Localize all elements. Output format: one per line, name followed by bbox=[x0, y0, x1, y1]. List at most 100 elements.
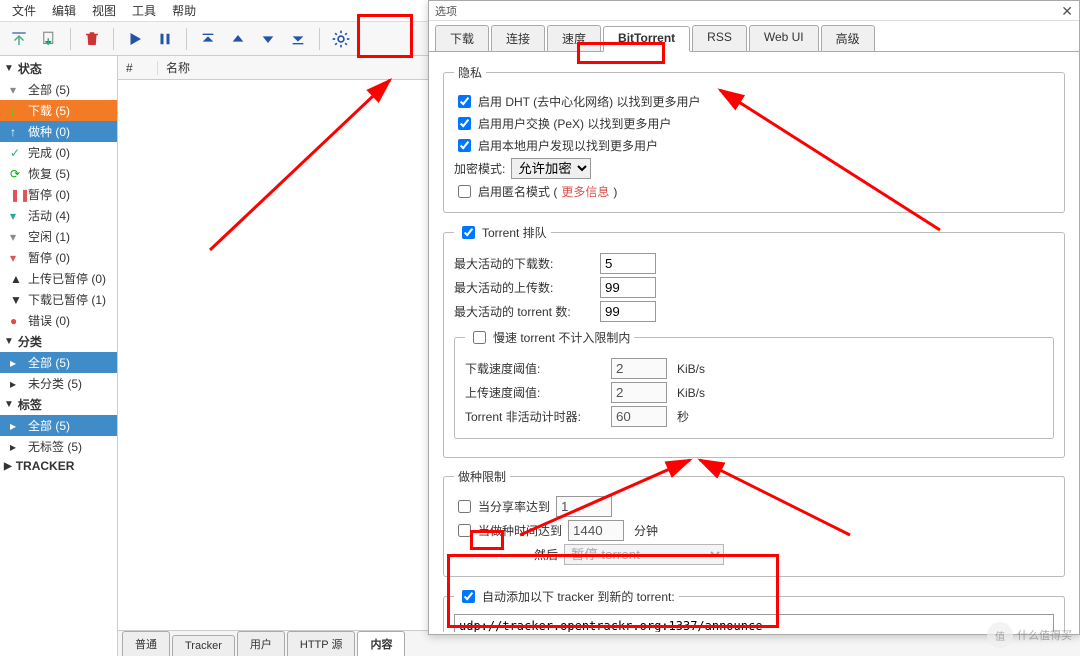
trackers-enable-checkbox[interactable] bbox=[462, 590, 475, 603]
sidebar-tag-all[interactable]: ▸全部 (5) bbox=[0, 415, 117, 436]
time-input[interactable] bbox=[568, 520, 624, 541]
upload-icon: ↑ bbox=[10, 125, 24, 139]
caret-down-icon: ▼ bbox=[4, 399, 14, 410]
col-number[interactable]: # bbox=[118, 61, 158, 75]
queue-fieldset: Torrent 排队 最大活动的下载数: 最大活动的上传数: 最大活动的 tor… bbox=[443, 223, 1065, 458]
sidebar-status-header[interactable]: ▼状态 bbox=[0, 58, 117, 79]
sidebar-item-idle[interactable]: ▾空闲 (1) bbox=[0, 226, 117, 247]
tab-content[interactable]: 内容 bbox=[357, 631, 405, 656]
menu-edit[interactable]: 编辑 bbox=[44, 0, 84, 21]
sidebar-item-all[interactable]: ▾全部 (5) bbox=[0, 79, 117, 100]
sidebar-item-active[interactable]: ▾活动 (4) bbox=[0, 205, 117, 226]
sidebar-cat-all[interactable]: ▸全部 (5) bbox=[0, 352, 117, 373]
privacy-fieldset: 隐私 启用 DHT (去中心化网络) 以找到更多用户 启用用户交换 (PeX) … bbox=[443, 64, 1065, 213]
tab-bittorrent[interactable]: BitTorrent bbox=[603, 26, 690, 52]
menu-tools[interactable]: 工具 bbox=[124, 0, 164, 21]
menu-help[interactable]: 帮助 bbox=[164, 0, 204, 21]
anon-label: 启用匿名模式 ( bbox=[478, 183, 557, 200]
menu-view[interactable]: 视图 bbox=[84, 0, 124, 21]
move-down-button[interactable] bbox=[255, 26, 281, 52]
tab-general[interactable]: 普通 bbox=[122, 631, 170, 656]
resume-icon: ⟳ bbox=[10, 167, 24, 181]
start-button[interactable] bbox=[122, 26, 148, 52]
anon-after: ) bbox=[613, 185, 617, 199]
move-bottom-button[interactable] bbox=[285, 26, 311, 52]
anon-checkbox[interactable] bbox=[458, 185, 471, 198]
tab-downloads[interactable]: 下载 bbox=[435, 25, 489, 51]
dialog-body: 隐私 启用 DHT (去中心化网络) 以找到更多用户 启用用户交换 (PeX) … bbox=[429, 52, 1079, 632]
caret-right-icon: ▶ bbox=[4, 461, 12, 472]
queue-legend: Torrent 排队 bbox=[454, 223, 551, 242]
filter-icon: ▾ bbox=[10, 251, 24, 265]
pause-icon: ❚❚ bbox=[10, 188, 24, 202]
max-up-label: 最大活动的上传数: bbox=[454, 279, 594, 296]
time-label: 当做种时间达到 bbox=[478, 522, 562, 539]
tab-speed[interactable]: 速度 bbox=[547, 25, 601, 51]
close-icon[interactable]: ✕ bbox=[1061, 3, 1073, 20]
sidebar: ▼状态 ▾全部 (5) ↓下载 (5) ↑做种 (0) ✓完成 (0) ⟳恢复 … bbox=[0, 56, 118, 656]
add-link-button[interactable] bbox=[36, 26, 62, 52]
anon-more-link[interactable]: 更多信息 bbox=[561, 183, 609, 200]
max-dl-input[interactable] bbox=[600, 253, 656, 274]
ratio-checkbox[interactable] bbox=[458, 500, 471, 513]
sidebar-item-paused2[interactable]: ▾暂停 (0) bbox=[0, 247, 117, 268]
timer-input[interactable] bbox=[611, 406, 667, 427]
tab-http[interactable]: HTTP 源 bbox=[287, 631, 356, 656]
pause-button[interactable] bbox=[152, 26, 178, 52]
sec-unit: 秒 bbox=[677, 408, 689, 425]
move-top-button[interactable] bbox=[195, 26, 221, 52]
slow-enable-checkbox[interactable] bbox=[473, 331, 486, 344]
sidebar-item-resumed[interactable]: ⟳恢复 (5) bbox=[0, 163, 117, 184]
col-name[interactable]: 名称 bbox=[158, 59, 190, 76]
delete-button[interactable] bbox=[79, 26, 105, 52]
queue-enable-checkbox[interactable] bbox=[462, 226, 475, 239]
check-icon: ✓ bbox=[10, 146, 24, 160]
dialog-title: 选项 bbox=[429, 1, 1079, 21]
slow-fieldset: 慢速 torrent 不计入限制内 下载速度阈值:KiB/s 上传速度阈值:Ki… bbox=[454, 328, 1054, 439]
kibs-unit: KiB/s bbox=[677, 362, 705, 376]
menu-file[interactable]: 文件 bbox=[4, 0, 44, 21]
tab-connection[interactable]: 连接 bbox=[491, 25, 545, 51]
tab-tracker[interactable]: Tracker bbox=[172, 635, 235, 656]
trackers-textarea[interactable]: udp://tracker.opentrackr.org:1337/announ… bbox=[454, 614, 1054, 632]
tab-rss[interactable]: RSS bbox=[692, 25, 747, 51]
ratio-input[interactable] bbox=[556, 496, 612, 517]
sidebar-category-header[interactable]: ▼分类 bbox=[0, 331, 117, 352]
move-up-button[interactable] bbox=[225, 26, 251, 52]
lpd-checkbox[interactable] bbox=[458, 139, 471, 152]
up-th-input[interactable] bbox=[611, 382, 667, 403]
sidebar-item-downloading[interactable]: ↓下载 (5) bbox=[0, 100, 117, 121]
dht-checkbox[interactable] bbox=[458, 95, 471, 108]
sidebar-cat-none[interactable]: ▸未分类 (5) bbox=[0, 373, 117, 394]
sidebar-item-seeding[interactable]: ↑做种 (0) bbox=[0, 121, 117, 142]
tab-peers[interactable]: 用户 bbox=[237, 631, 285, 656]
dl-th-input[interactable] bbox=[611, 358, 667, 379]
then-select[interactable]: 暂停 torrent bbox=[564, 544, 724, 565]
max-up-input[interactable] bbox=[600, 277, 656, 298]
caret-down-icon: ▼ bbox=[4, 336, 14, 347]
ratio-label: 当分享率达到 bbox=[478, 498, 550, 515]
filter-icon: ▾ bbox=[10, 209, 24, 223]
sidebar-item-upload-stalled[interactable]: ▲上传已暂停 (0) bbox=[0, 268, 117, 289]
sidebar-item-download-stalled[interactable]: ▼下载已暂停 (1) bbox=[0, 289, 117, 310]
max-tr-input[interactable] bbox=[600, 301, 656, 322]
add-torrent-button[interactable] bbox=[6, 26, 32, 52]
caret-down-icon: ▼ bbox=[4, 63, 14, 74]
encmode-select[interactable]: 允许加密 bbox=[511, 158, 591, 179]
tag-icon: ▸ bbox=[10, 419, 24, 433]
sidebar-tag-none[interactable]: ▸无标签 (5) bbox=[0, 436, 117, 457]
sidebar-tag-header[interactable]: ▼标签 bbox=[0, 394, 117, 415]
time-checkbox[interactable] bbox=[458, 524, 471, 537]
settings-button[interactable] bbox=[328, 26, 354, 52]
tab-advanced[interactable]: 高级 bbox=[821, 25, 875, 51]
sidebar-item-paused[interactable]: ❚❚暂停 (0) bbox=[0, 184, 117, 205]
kibs-unit: KiB/s bbox=[677, 386, 705, 400]
sidebar-item-errored[interactable]: ●错误 (0) bbox=[0, 310, 117, 331]
sidebar-item-completed[interactable]: ✓完成 (0) bbox=[0, 142, 117, 163]
tab-webui[interactable]: Web UI bbox=[749, 25, 819, 51]
download-icon: ↓ bbox=[10, 104, 24, 118]
pex-checkbox[interactable] bbox=[458, 117, 471, 130]
watermark-badge-icon: 值 bbox=[987, 622, 1013, 648]
up-th-label: 上传速度阈值: bbox=[465, 384, 605, 401]
sidebar-tracker-header[interactable]: ▶TRACKER bbox=[0, 457, 117, 475]
